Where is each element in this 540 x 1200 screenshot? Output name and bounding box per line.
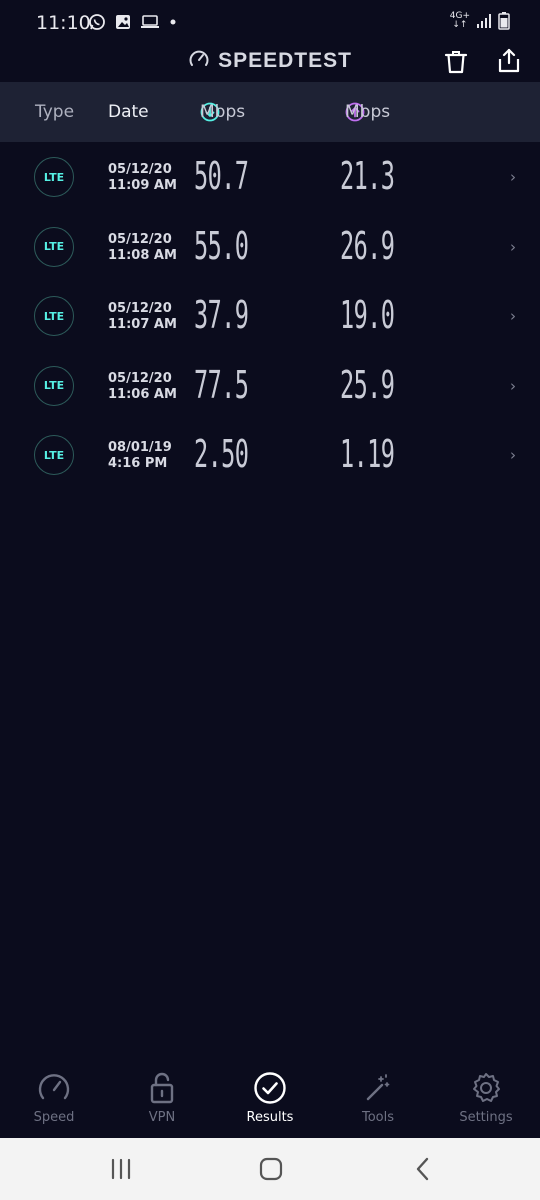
nav-settings-label: Settings [459, 1110, 513, 1125]
dot-icon [170, 19, 176, 25]
result-time: 11:07 AM [108, 317, 177, 333]
sort-by-upload[interactable]: Mbps [345, 102, 390, 122]
speedometer-icon [189, 50, 209, 66]
nav-vpn[interactable]: VPN [112, 1070, 212, 1125]
result-row[interactable]: LTE 05/12/20 11:08 AM 55.0 26.9 › [0, 212, 540, 282]
nav-speed-label: Speed [33, 1110, 75, 1125]
battery-icon [498, 12, 510, 30]
network-4g-icon: 4G+ ↓↑ [450, 12, 470, 30]
result-date: 05/12/20 [108, 231, 172, 247]
status-icons-left [88, 13, 177, 31]
chevron-right-icon: › [510, 376, 516, 395]
nav-tools-label: Tools [361, 1110, 395, 1125]
download-speed: 37.9 [194, 293, 249, 338]
magic-wand-icon [366, 1074, 390, 1101]
whatsapp-icon [89, 14, 105, 30]
connection-type-badge: LTE [34, 435, 74, 476]
result-date: 05/12/20 [108, 162, 172, 177]
result-row[interactable]: LTE 05/12/20 11:06 AM 77.5 25.9 › [0, 351, 540, 421]
upload-unit-label: Mbps [345, 102, 391, 122]
result-date: 05/12/20 [108, 370, 172, 386]
result-time: 11:09 AM [108, 178, 177, 193]
sort-by-type[interactable]: Type [35, 102, 74, 122]
speedometer-icon [38, 1074, 70, 1100]
back-button[interactable] [410, 1156, 436, 1182]
result-time: 11:06 AM [108, 386, 177, 402]
download-unit-label: Mbps [200, 102, 246, 122]
upload-speed: 25.9 [340, 362, 395, 407]
connection-type-badge: LTE [34, 296, 74, 337]
chevron-right-icon: › [510, 446, 516, 465]
nav-settings[interactable]: Settings [436, 1070, 536, 1125]
app-title-text: SPEEDTEST [218, 49, 352, 72]
result-date: 05/12/20 [108, 301, 172, 317]
result-datetime: 08/01/19 4:16 PM [108, 440, 172, 472]
result-row[interactable]: LTE 08/01/19 4:16 PM 2.50 1.19 › [0, 420, 540, 490]
nav-tools[interactable]: Tools [328, 1070, 428, 1125]
upload-speed: 26.9 [340, 223, 395, 268]
nav-speed[interactable]: Speed [4, 1070, 104, 1125]
signal-icon [477, 14, 491, 28]
result-datetime: 05/12/20 11:07 AM [108, 301, 177, 333]
upload-speed: 19.0 [340, 293, 395, 338]
home-button[interactable] [258, 1156, 284, 1182]
share-button[interactable] [495, 46, 523, 74]
status-time: 11:10 [36, 12, 91, 34]
data-arrows-icon: ↓↑ [452, 20, 468, 30]
connection-type-badge: LTE [34, 157, 74, 197]
upload-speed: 1.19 [340, 432, 395, 477]
status-icons-right: 4G+ ↓↑ [450, 12, 510, 30]
download-speed: 55.0 [194, 223, 249, 268]
result-datetime: 05/12/20 11:06 AM [108, 371, 177, 403]
nav-results-label: Results [246, 1110, 294, 1125]
download-speed: 50.7 [194, 154, 249, 198]
result-row[interactable]: LTE 05/12/20 11:09 AM 50.7 21.3 › [0, 142, 540, 212]
gear-icon [473, 1073, 500, 1102]
bottom-navigation: Speed VPN Results Tools Settings [0, 1060, 540, 1138]
result-datetime: 05/12/20 11:08 AM [108, 232, 177, 264]
status-bar: 11:10 4G+ ↓↑ [0, 0, 540, 48]
upload-speed: 21.3 [340, 154, 395, 198]
result-time: 11:08 AM [108, 247, 177, 263]
nav-results[interactable]: Results [220, 1070, 320, 1125]
gallery-icon [116, 15, 130, 29]
download-speed: 2.50 [194, 432, 249, 477]
result-time: 4:16 PM [108, 456, 168, 472]
chevron-right-icon: › [510, 307, 516, 326]
nav-vpn-label: VPN [148, 1110, 176, 1125]
sort-by-download[interactable]: Mbps [200, 102, 245, 122]
download-speed: 77.5 [194, 362, 249, 407]
connection-type-badge: LTE [34, 226, 74, 267]
delete-results-button[interactable] [442, 48, 470, 76]
unlocked-padlock-icon [150, 1072, 174, 1104]
chevron-right-icon: › [510, 237, 516, 256]
system-navigation-bar [0, 1138, 540, 1200]
checkmark-circle-icon [254, 1072, 286, 1104]
connection-type-badge: LTE [34, 365, 74, 406]
result-row[interactable]: LTE 05/12/20 11:07 AM 37.9 19.0 › [0, 281, 540, 351]
results-table-header: Type Date Mbps Mbps [0, 82, 540, 142]
recent-apps-button[interactable] [108, 1156, 134, 1182]
chevron-right-icon: › [510, 168, 516, 186]
sort-by-date[interactable]: Date [108, 102, 149, 122]
laptop-icon [141, 15, 159, 28]
result-date: 08/01/19 [108, 440, 172, 456]
result-datetime: 05/12/20 11:09 AM [108, 162, 177, 194]
app-titlebar: SPEEDTEST [0, 48, 540, 82]
results-list: LTE 05/12/20 11:09 AM 50.7 21.3 › LTE 05… [0, 142, 540, 490]
